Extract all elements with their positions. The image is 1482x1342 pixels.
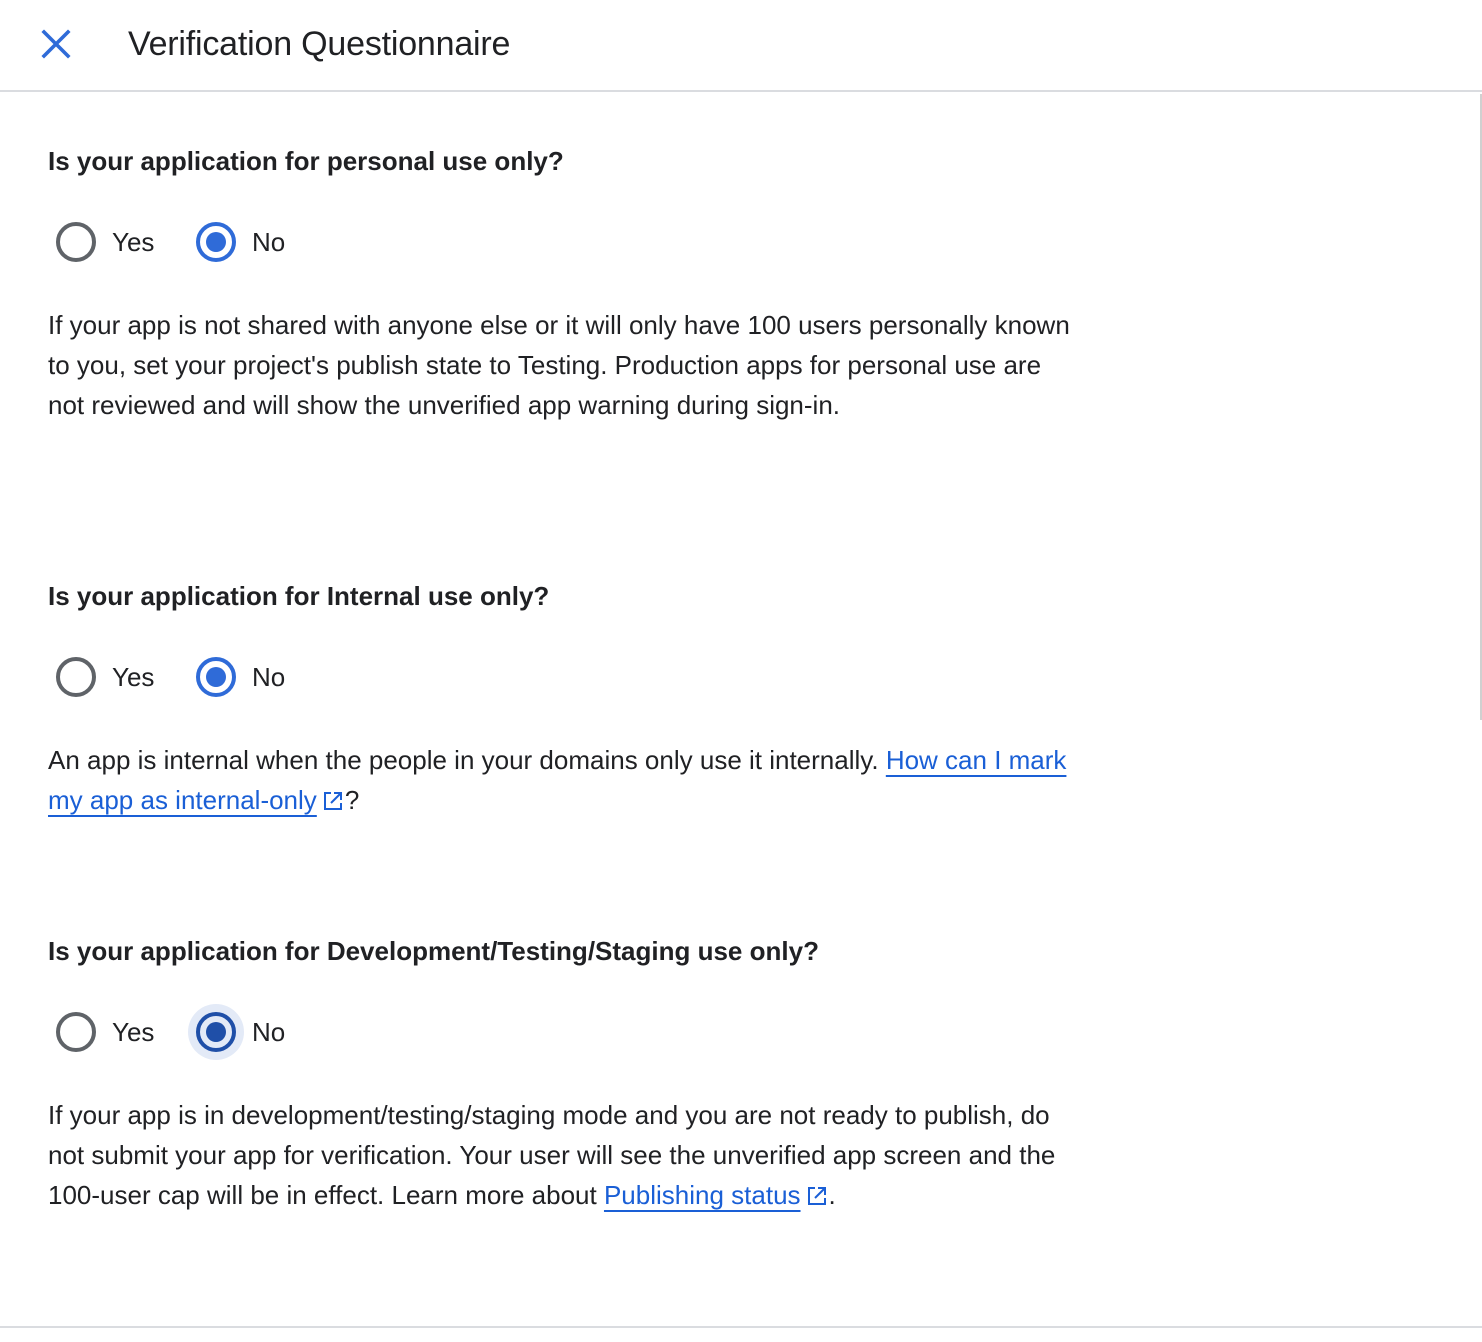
divider [0,1326,1482,1328]
close-button[interactable] [32,22,80,66]
radio-button-wrap [188,649,244,705]
radio-yes-unchecked[interactable] [56,1012,96,1052]
radio-button-wrap [48,1004,104,1060]
question-internal-use: Is your application for Internal use onl… [48,581,550,611]
trailing-punctuation: ? [344,785,360,815]
radio-button-wrap [48,649,104,705]
radio-label-yes: Yes [112,227,155,257]
radio-group-internal-use: Yes No [48,645,448,709]
radio-option-no[interactable]: No [188,645,285,709]
radio-yes-unchecked[interactable] [56,657,96,697]
radio-option-yes[interactable]: Yes [48,210,154,274]
radio-option-yes[interactable]: Yes [48,1000,154,1064]
description-internal-use: An app is internal when the people in yo… [48,740,1078,820]
external-link-icon [323,792,342,810]
description-personal-use: If your app is not shared with anyone el… [48,310,1070,420]
radio-yes-unchecked[interactable] [56,222,96,262]
page-title: Verification Questionnaire [128,25,511,63]
radio-focus-ring [188,1004,244,1060]
radio-button-wrap [48,214,104,270]
external-link-icon [807,1187,826,1205]
radio-label-yes: Yes [112,1017,155,1047]
radio-button-wrap [188,214,244,270]
radio-label-no: No [252,1017,286,1047]
radio-dot [206,1022,226,1042]
dialog-header: Verification Questionnaire [0,0,1482,92]
description-text: An app is internal when the people in yo… [48,745,879,775]
radio-group-development-use: Yes No [48,1000,448,1064]
radio-option-no[interactable]: No [188,210,285,274]
radio-group-personal-use: Yes No [48,210,448,274]
radio-dot [206,667,226,687]
close-icon [41,29,71,59]
trailing-punctuation: . [828,1180,836,1210]
radio-no-checked[interactable] [196,222,236,262]
radio-no-checked[interactable] [196,1012,236,1052]
radio-label-no: No [252,662,286,692]
question-development-use: Is your application for Development/Test… [48,936,819,966]
radio-dot [206,232,226,252]
radio-label-no: No [252,227,286,257]
radio-no-checked[interactable] [196,657,236,697]
question-personal-use: Is your application for personal use onl… [48,146,564,176]
publishing-status-link[interactable]: Publishing status [604,1180,801,1210]
radio-option-no[interactable]: No [188,1000,285,1064]
radio-option-yes[interactable]: Yes [48,645,154,709]
description-development-use: If your app is in development/testing/st… [48,1095,1078,1215]
radio-label-yes: Yes [112,662,155,692]
description-text: If your app is in development/testing/st… [48,1100,1056,1210]
